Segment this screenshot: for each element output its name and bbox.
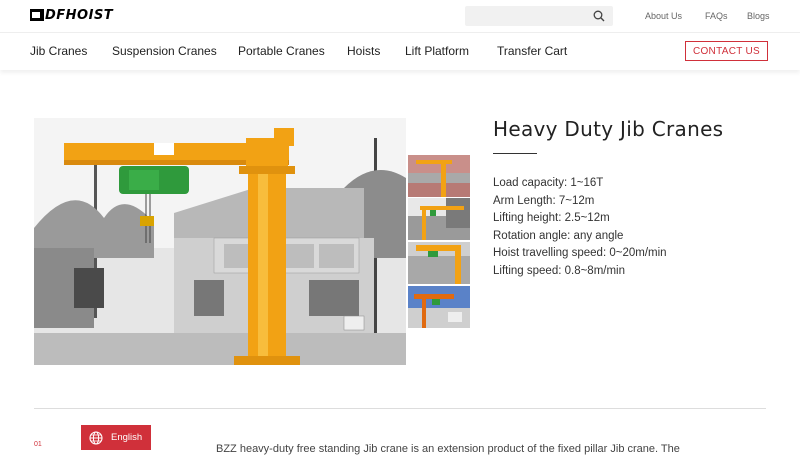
jib-crane-photo xyxy=(34,118,406,365)
spec-rotation-angle: Rotation angle: any angle xyxy=(493,229,624,242)
thumbnail-1-image xyxy=(408,155,470,197)
thumbnail-1[interactable] xyxy=(408,155,470,197)
nav-item-lift-platform[interactable]: Lift Platform xyxy=(405,44,469,58)
blogs-link[interactable]: Blogs xyxy=(747,11,770,21)
contact-us-button[interactable]: CONTACT US xyxy=(685,41,768,61)
product-title: Heavy Duty Jib Cranes xyxy=(493,117,724,141)
nav-item-portable-cranes[interactable]: Portable Cranes xyxy=(238,44,325,58)
about-us-link[interactable]: About Us xyxy=(645,11,682,21)
nav-item-transfer-cart[interactable]: Transfer Cart xyxy=(497,44,567,58)
language-label: English xyxy=(111,432,143,443)
spec-lifting-speed: Lifting speed: 0.8~8m/min xyxy=(493,264,626,277)
faqs-link[interactable]: FAQs xyxy=(705,11,728,21)
title-underline xyxy=(493,153,537,154)
spec-load-capacity: Load capacity: 1~16T xyxy=(493,177,604,189)
spec-list: Load capacity: 1~16T Arm Length: 7~12m L… xyxy=(493,175,667,280)
nav-item-hoists[interactable]: Hoists xyxy=(347,44,380,58)
logo-text: DFHOIST xyxy=(45,7,114,23)
thumbnail-2[interactable] xyxy=(408,198,470,240)
main-nav: Jib Cranes Suspension Cranes Portable Cr… xyxy=(0,33,800,70)
thumbnail-4-image xyxy=(408,286,470,328)
top-bar: DFHOIST About Us FAQs Blogs xyxy=(0,0,800,32)
spec-arm-length: Arm Length: 7~12m xyxy=(493,194,595,207)
search-box[interactable] xyxy=(465,6,613,26)
logo[interactable]: DFHOIST xyxy=(30,7,114,23)
product-main-image[interactable] xyxy=(34,118,406,365)
section-divider xyxy=(34,408,766,409)
spec-lifting-height: Lifting height: 2.5~12m xyxy=(493,212,610,224)
globe-icon xyxy=(89,430,103,445)
search-input[interactable] xyxy=(465,6,597,26)
spec-hoist-travelling-speed: Hoist travelling speed: 0~20m/min xyxy=(493,247,667,259)
language-selector[interactable]: English xyxy=(81,425,151,450)
nav-item-suspension-cranes[interactable]: Suspension Cranes xyxy=(112,44,217,58)
logo-mark-icon xyxy=(30,9,44,21)
section-paragraph: BZZ heavy-duty free standing Jib crane i… xyxy=(216,443,680,455)
thumbnail-4[interactable] xyxy=(408,286,470,328)
thumbnail-3-image xyxy=(408,242,470,284)
nav-item-jib-cranes[interactable]: Jib Cranes xyxy=(30,44,87,58)
thumbnail-3[interactable] xyxy=(408,242,470,284)
section-number: 01 xyxy=(34,441,42,448)
search-icon[interactable] xyxy=(593,10,605,22)
thumbnail-2-image xyxy=(408,198,470,240)
